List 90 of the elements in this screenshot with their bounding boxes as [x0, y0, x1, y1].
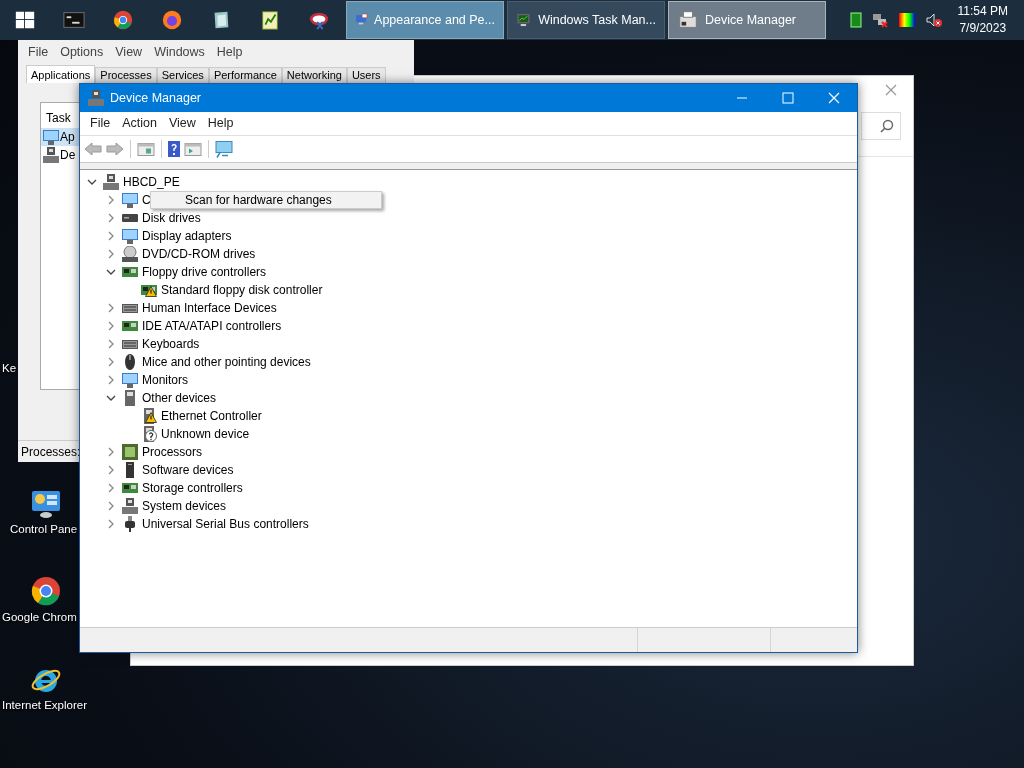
computer-icon — [122, 498, 138, 514]
tree-item[interactable]: Mice and other pointing devices — [141, 355, 312, 369]
tree-item[interactable]: Keyboards — [141, 337, 201, 351]
search-icon — [880, 119, 894, 133]
taskbar-button[interactable]: Device Manager — [668, 1, 826, 39]
desktop-icon-label[interactable]: Ke — [2, 362, 17, 374]
window-title: Device Manager — [110, 91, 201, 105]
menu-item[interactable]: Options — [54, 43, 110, 61]
expansion-card-icon — [122, 483, 138, 493]
tree-item[interactable]: HBCD_PE — [122, 175, 181, 189]
chip-icon — [122, 444, 138, 460]
tree-item[interactable]: System devices — [141, 499, 228, 513]
task-row[interactable]: De — [41, 146, 81, 164]
control-panel-icon[interactable] — [30, 488, 62, 520]
monitor-scan-icon[interactable] — [215, 140, 233, 158]
tree-item[interactable]: Monitors — [141, 373, 189, 387]
close-icon[interactable] — [885, 84, 897, 96]
monitor-icon — [43, 129, 59, 145]
tab[interactable]: Services — [156, 67, 209, 83]
usb-plug-icon — [125, 516, 135, 532]
network-error-icon[interactable] — [871, 12, 888, 28]
clock-time[interactable]: 11:54 PM — [957, 3, 1008, 20]
context-menu-item[interactable]: Scan for hardware changes — [151, 193, 381, 207]
task-row[interactable]: Ap — [41, 128, 81, 146]
menu-item[interactable]: Help — [201, 115, 240, 132]
tree-item[interactable]: C — [141, 193, 152, 207]
tab[interactable]: Processes — [95, 67, 157, 83]
computer-icon — [103, 174, 119, 190]
expansion-card-icon — [122, 321, 138, 331]
tree-item[interactable]: Ethernet Controller — [160, 409, 263, 423]
device-icon — [125, 390, 135, 406]
computer-icon — [88, 90, 104, 106]
chip-icon[interactable] — [849, 12, 862, 28]
monitor-icon — [122, 192, 138, 208]
tree-item[interactable]: Standard floppy disk controller — [160, 283, 324, 297]
tree-item[interactable]: IDE ATA/ATAPI controllers — [141, 319, 283, 333]
monitor-icon — [122, 372, 138, 388]
windows-logo-icon[interactable] — [13, 9, 36, 31]
menu-item[interactable]: File — [84, 115, 117, 132]
keyboard-icon — [122, 303, 138, 313]
expansion-card-icon — [122, 267, 138, 277]
chrome-icon[interactable] — [30, 575, 62, 607]
column-header[interactable]: Task — [46, 111, 71, 125]
terminal-icon[interactable] — [62, 9, 85, 31]
disc-drive-icon — [122, 246, 138, 262]
desktop-icon-label[interactable]: Control Pane — [10, 523, 78, 535]
desktop-icon-label[interactable]: Internet Explorer — [2, 699, 87, 711]
computer-icon — [43, 147, 59, 163]
tab[interactable]: Networking — [281, 67, 347, 83]
chrome-icon[interactable] — [111, 9, 134, 31]
back-arrow-icon[interactable] — [84, 142, 102, 156]
tree-item[interactable]: DVD/CD-ROM drives — [141, 247, 257, 261]
taskbar-button[interactable]: Windows Task Man... — [507, 1, 665, 39]
clock-date[interactable]: 7/9/2023 — [957, 20, 1008, 37]
tree-item[interactable]: Disk drives — [141, 211, 202, 225]
speaker-muted-icon[interactable] — [925, 12, 942, 28]
forward-arrow-icon[interactable] — [106, 142, 124, 156]
tree-item[interactable]: Processors — [141, 445, 204, 459]
menu-item[interactable]: File — [22, 43, 55, 61]
search-field[interactable] — [861, 112, 901, 140]
tree-item[interactable]: Storage controllers — [141, 481, 244, 495]
keyboard-icon — [122, 339, 138, 349]
tower-icon — [126, 462, 134, 478]
desktop-icon-label[interactable]: Google Chrom — [2, 611, 77, 623]
tree-item[interactable]: Floppy drive controllers — [141, 265, 268, 279]
menu-item[interactable]: Action — [116, 115, 163, 132]
status-text: Processes: — [21, 445, 81, 459]
tree-item[interactable]: Universal Serial Bus controllers — [141, 517, 310, 531]
taskbar-button[interactable]: Appearance and Pe... — [346, 1, 504, 39]
properties-icon[interactable] — [137, 142, 155, 156]
tree-item[interactable]: Display adapters — [141, 229, 233, 243]
menu-item[interactable]: View — [162, 115, 202, 132]
disk-drive-icon — [122, 214, 138, 222]
menu-item[interactable]: Help — [210, 43, 249, 61]
mouse-icon — [125, 354, 135, 370]
printer-icon[interactable] — [677, 9, 699, 31]
tab[interactable]: Performance — [208, 67, 282, 83]
firefox-icon[interactable] — [160, 9, 183, 31]
tree-item[interactable]: Human Interface Devices — [141, 301, 278, 315]
tree-item[interactable]: Other devices — [141, 391, 218, 405]
tab[interactable]: Users — [346, 67, 386, 83]
run-icon[interactable] — [184, 142, 202, 156]
tree-item[interactable]: Unknown device — [160, 427, 251, 441]
help-icon[interactable] — [168, 141, 180, 157]
color-palette-icon[interactable] — [897, 12, 916, 28]
menu-item[interactable]: Windows — [148, 43, 211, 61]
monitor-icon — [122, 228, 138, 244]
tab[interactable]: Applications — [26, 65, 96, 83]
menu-item[interactable]: View — [109, 43, 149, 61]
tree-item[interactable]: Software devices — [141, 463, 235, 477]
